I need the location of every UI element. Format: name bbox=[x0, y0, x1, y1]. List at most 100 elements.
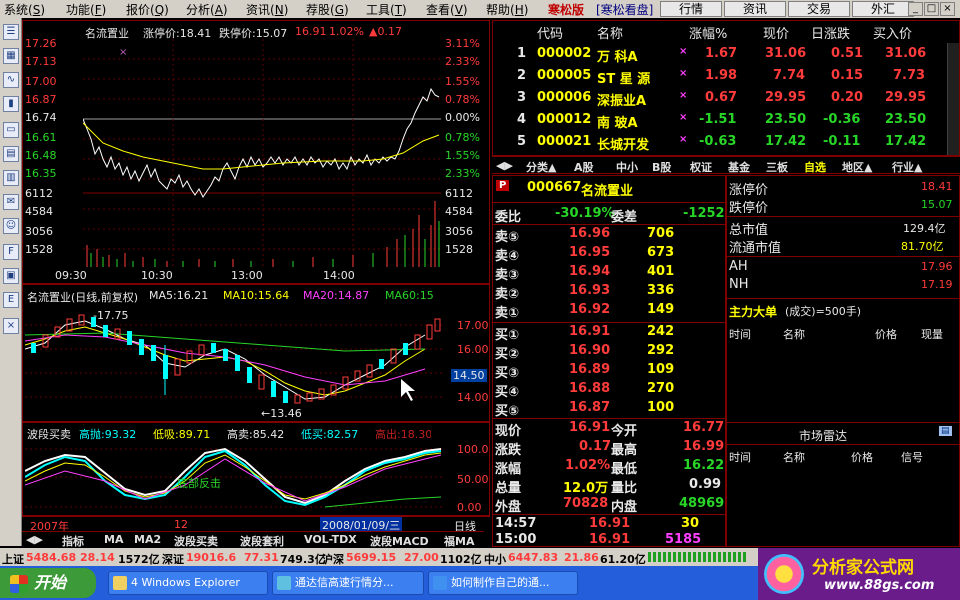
y-tick: 16.48 bbox=[25, 149, 57, 162]
tab-indicator[interactable]: 指标 bbox=[62, 533, 84, 549]
col-code[interactable]: 代码 bbox=[537, 23, 563, 42]
ind-y-tick: 100.0 bbox=[457, 443, 489, 456]
news-tab-button[interactable]: 资讯 bbox=[724, 1, 786, 17]
menu-help[interactable]: 帮助(H) bbox=[486, 1, 528, 18]
vol-tick: 1528 bbox=[25, 243, 53, 256]
table-icon[interactable]: ▤ bbox=[3, 146, 19, 162]
high-sell-label: 高卖:85.42 bbox=[227, 428, 285, 441]
menu-recommend[interactable]: 荐股(G) bbox=[306, 1, 349, 18]
price-line bbox=[83, 87, 440, 198]
menu-news[interactable]: 资讯(N) bbox=[246, 1, 288, 18]
stock-flag-icon: P bbox=[496, 180, 510, 191]
cat-b-share[interactable]: B股 bbox=[652, 159, 671, 175]
table-row[interactable]: 5 000021 长城开发 × -0.63 17.42 -0.11 17.42 bbox=[493, 133, 959, 153]
mark-icon: × bbox=[679, 46, 688, 57]
y-tick: 17.00 bbox=[25, 75, 57, 88]
window-icon[interactable]: ▭ bbox=[3, 122, 19, 138]
cat-industry[interactable]: 行业▲ bbox=[892, 159, 922, 175]
tab-ma2[interactable]: MA2 bbox=[134, 533, 161, 546]
mail-icon[interactable]: ✉ bbox=[3, 194, 19, 210]
task-explorer[interactable]: 4 Windows Explorer bbox=[108, 571, 268, 595]
tab-band-arbitrage[interactable]: 波段套利 bbox=[240, 533, 284, 549]
edit-icon[interactable]: E bbox=[3, 292, 19, 308]
big-order-subtitle: (成交)=500手) bbox=[785, 305, 862, 318]
info-panel: 涨停价 18.41 跌停价 15.07 总市值 129.4亿 流通市值 81.7… bbox=[726, 175, 960, 547]
menu-analysis[interactable]: 分析(A) bbox=[186, 1, 228, 18]
ratio-label: 委比 bbox=[495, 210, 522, 225]
tab-band-trade[interactable]: 波段买卖 bbox=[174, 533, 218, 549]
col-pct[interactable]: 涨幅% bbox=[689, 23, 727, 42]
indicator-panel: 波段买卖 高抛:93.32 低吸:89.71 高卖:85.42 低买:82.57… bbox=[22, 422, 490, 516]
col-name[interactable]: 名称 bbox=[597, 23, 623, 42]
list-scrollbar[interactable] bbox=[947, 43, 959, 155]
svg-text:×: × bbox=[119, 47, 127, 58]
report-icon[interactable]: ▥ bbox=[3, 170, 19, 186]
cat-third-board[interactable]: 三板 bbox=[766, 159, 788, 175]
cat-scroll-icon[interactable]: ◀▶ bbox=[496, 159, 513, 172]
cat-sme[interactable]: 中小 bbox=[616, 159, 638, 175]
radar-settings-icon[interactable]: ▤ bbox=[939, 426, 952, 436]
task-tdx[interactable]: 通达信高速行情分... bbox=[272, 571, 424, 595]
users-icon[interactable]: ☺ bbox=[3, 218, 19, 234]
ma10-label: MA10:15.64 bbox=[223, 289, 290, 302]
minimize-icon[interactable]: _ bbox=[908, 2, 923, 16]
folder-icon bbox=[113, 576, 127, 590]
menu-tools[interactable]: 工具(T) bbox=[366, 1, 407, 18]
menu-quote[interactable]: 报价(Q) bbox=[126, 1, 169, 18]
close-icon[interactable]: × bbox=[940, 2, 955, 16]
tab-band-macd[interactable]: 波段MACD bbox=[370, 533, 429, 549]
last-change: ▲0.17 bbox=[369, 25, 402, 38]
table-row[interactable]: 3 000006 深振业A × 0.67 29.95 0.20 29.95 bbox=[493, 89, 959, 109]
menu-view[interactable]: 查看(V) bbox=[426, 1, 468, 18]
category-bar: ◀▶ 分类▲ A股 中小 B股 权证 基金 三板 自选 地区▲ 行业▲ bbox=[492, 156, 960, 174]
date-month: 12 bbox=[174, 518, 188, 531]
mark-icon: × bbox=[679, 134, 688, 145]
table-row[interactable]: 2 000005 ST 星 源 × 1.98 7.74 0.15 7.73 bbox=[493, 67, 959, 87]
high-throw-label: 高抛:93.32 bbox=[79, 428, 137, 441]
task-browser[interactable]: 如何制作自己的通... bbox=[428, 571, 578, 595]
intraday-panel: 名流置业 涨停价:18.41 跌停价:15.07 16.91 1.02% ▲0.… bbox=[22, 20, 490, 284]
menu-system[interactable]: 系统(S) bbox=[4, 1, 45, 18]
menu-function[interactable]: 功能(F) bbox=[66, 1, 106, 18]
cat-classify[interactable]: 分类▲ bbox=[526, 159, 556, 175]
cat-fund[interactable]: 基金 bbox=[728, 159, 750, 175]
table-row[interactable]: 1 000002 万 科A × 1.67 31.06 0.51 31.06 bbox=[493, 45, 959, 65]
diff-value: -1252 bbox=[683, 206, 725, 221]
quote-tab-button[interactable]: 行情 bbox=[660, 1, 722, 17]
last-pct: 1.02% bbox=[329, 25, 364, 38]
col-price[interactable]: 现价 bbox=[763, 23, 789, 42]
cat-watchlist[interactable]: 自选 bbox=[804, 159, 826, 175]
cat-region[interactable]: 地区▲ bbox=[842, 159, 872, 175]
forex-tab-button[interactable]: 外汇 bbox=[852, 1, 914, 17]
col-bid[interactable]: 买入价 bbox=[873, 23, 912, 42]
vol-tick: 3056 bbox=[445, 225, 473, 238]
list-icon[interactable]: ☰ bbox=[3, 24, 19, 40]
col-change[interactable]: 日涨跌 bbox=[811, 23, 850, 42]
flower-logo-icon bbox=[764, 554, 804, 594]
time-tick: 14:00 bbox=[323, 269, 355, 282]
trade-tab-button[interactable]: 交易 bbox=[788, 1, 850, 17]
intraday-chart: × bbox=[83, 39, 441, 267]
maximize-icon[interactable]: □ bbox=[924, 2, 939, 16]
tab-ma[interactable]: MA bbox=[104, 533, 123, 546]
low-suck-label: 低吸:89.71 bbox=[153, 428, 211, 441]
mark-icon: × bbox=[679, 90, 688, 101]
watermark-logo: 分析家公式网 www.88gs.com bbox=[758, 548, 960, 600]
candlestick-icon[interactable]: ▮ bbox=[3, 96, 19, 112]
menu-bar: 系统(S) 功能(F) 报价(Q) 分析(A) 资讯(N) 荐股(G) 工具(T… bbox=[0, 0, 960, 18]
f10-icon[interactable]: F bbox=[3, 244, 19, 260]
cat-warrant[interactable]: 权证 bbox=[690, 159, 712, 175]
table-row[interactable]: 4 000012 南 玻A × -1.51 23.50 -0.36 23.50 bbox=[493, 111, 959, 131]
vol-tick: 1528 bbox=[445, 243, 473, 256]
time-tick: 09:30 bbox=[55, 269, 87, 282]
time-tick: 13:00 bbox=[231, 269, 263, 282]
tab-fu-ma[interactable]: 福MA bbox=[444, 533, 474, 549]
cat-a-share[interactable]: A股 bbox=[574, 159, 594, 175]
grid-icon[interactable]: ▦ bbox=[3, 48, 19, 64]
line-chart-icon[interactable]: ∿ bbox=[3, 72, 19, 88]
bid-levels: 买① 16.91 242 买② 16.90 292 买③ 16.89 109 买… bbox=[495, 324, 675, 419]
tab-vol-tdx[interactable]: VOL-TDX bbox=[304, 533, 357, 546]
monitor-icon[interactable]: ▣ bbox=[3, 268, 19, 284]
tab-scroll-left-icon[interactable]: ◀▶ bbox=[26, 533, 43, 546]
lock-icon[interactable]: × bbox=[3, 318, 19, 334]
